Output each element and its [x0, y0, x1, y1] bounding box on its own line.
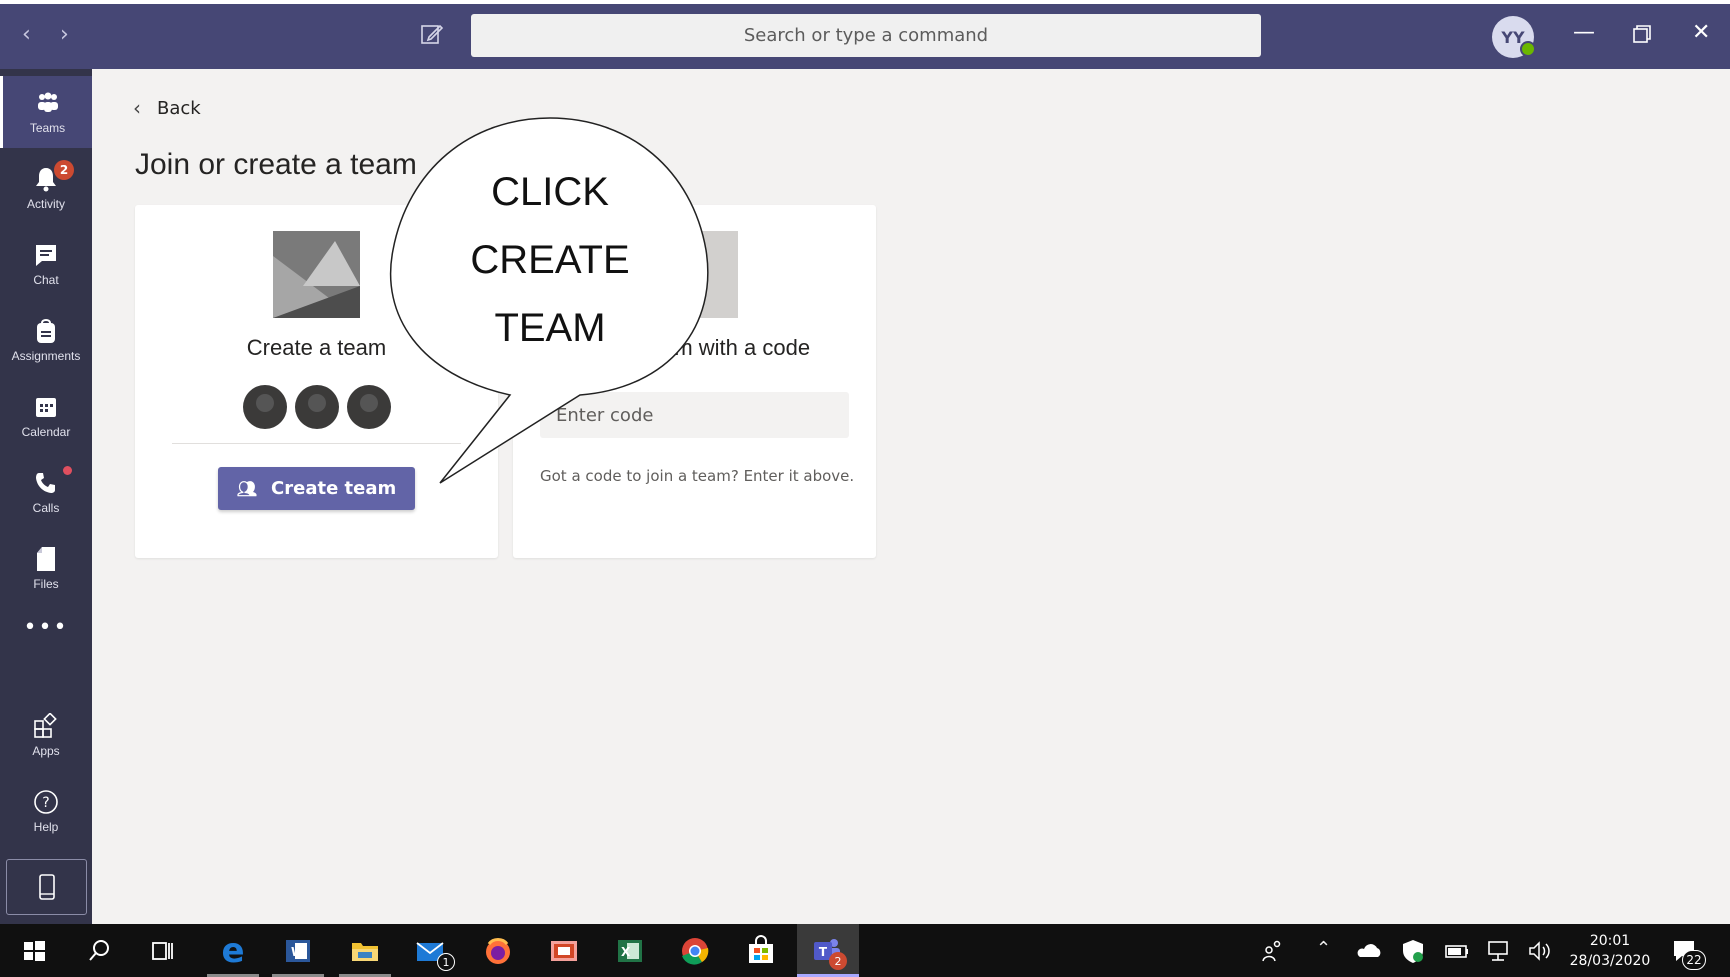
mail-badge: 1 [437, 953, 455, 971]
more-icon: ••• [23, 614, 69, 640]
rail-label: Activity [26, 197, 65, 211]
edge-browser-icon[interactable]: e [216, 931, 250, 971]
apps-icon [32, 712, 60, 740]
file-explorer-icon[interactable] [348, 934, 382, 968]
team-image-placeholder-icon [273, 231, 360, 318]
help-icon: ? [32, 788, 60, 816]
more-apps-button[interactable]: ••• [0, 602, 92, 652]
rail-label: Help [33, 820, 59, 834]
clock-date: 28/03/2020 [1569, 953, 1651, 969]
callout-line: TEAM [494, 306, 606, 350]
back-link[interactable]: ‹ Back [133, 96, 201, 120]
top-strip [0, 0, 1730, 4]
rail-label: Calls [32, 501, 60, 515]
firefox-icon[interactable] [481, 934, 515, 968]
rail-label: Calendar [21, 425, 71, 439]
rail-item-chat[interactable]: Chat [0, 228, 92, 300]
calendar-icon [32, 393, 60, 421]
teams-badge: 2 [829, 952, 847, 970]
rail-label: Apps [32, 744, 60, 758]
search-icon[interactable] [82, 934, 116, 968]
people-icon[interactable] [1255, 934, 1289, 968]
backpack-icon [32, 317, 60, 345]
calls-notification-dot [63, 466, 72, 475]
rail-label: Assignments [11, 349, 81, 363]
back-arrow-icon[interactable]: ‹ [22, 24, 31, 46]
show-hidden-icons-chevron-icon[interactable]: ⌃ [1316, 938, 1331, 959]
onedrive-cloud-icon[interactable] [1352, 934, 1386, 968]
search-input[interactable]: Search or type a command [471, 14, 1261, 57]
rail-label: Chat [33, 273, 59, 287]
page-title: Join or create a team [135, 148, 417, 181]
svg-text:?: ? [42, 795, 49, 811]
volume-icon[interactable] [1523, 934, 1557, 968]
forward-arrow-icon[interactable]: › [60, 24, 69, 46]
callout-line: CLICK [491, 170, 609, 214]
windows-taskbar: e W 1 X T 2 ⌃ 20:01 28/03/2020 22 [0, 924, 1730, 977]
minimize-icon[interactable]: — [1573, 22, 1595, 44]
word-icon[interactable]: W [281, 934, 315, 968]
rail-item-calendar[interactable]: Calendar [0, 380, 92, 452]
add-people-icon: 👥︎ [236, 479, 258, 498]
excel-icon[interactable]: X [613, 934, 647, 968]
task-view-icon[interactable] [145, 934, 179, 968]
svg-text:W: W [291, 945, 304, 959]
rail-item-calls[interactable]: Calls [0, 456, 92, 528]
notification-count-badge: 22 [1682, 950, 1706, 970]
mobile-phone-icon [38, 874, 55, 900]
file-icon [32, 545, 60, 573]
security-shield-icon[interactable] [1396, 934, 1430, 968]
phone-icon [32, 469, 60, 497]
chat-icon [32, 241, 60, 269]
activity-badge: 2 [54, 160, 74, 180]
svg-text:T: T [819, 945, 828, 959]
rail-item-teams[interactable]: Teams [0, 76, 92, 148]
rail-label: Files [33, 577, 59, 591]
download-mobile-app-button[interactable] [6, 859, 87, 915]
create-team-button-label: Create team [271, 478, 397, 499]
rail-item-activity[interactable]: Activity 2 [0, 152, 92, 224]
close-icon[interactable]: ✕ [1692, 22, 1710, 44]
rail-label: Teams [29, 121, 66, 135]
presence-available-icon [1520, 41, 1536, 57]
store-icon[interactable] [744, 934, 778, 968]
app-rail: Teams Activity 2 Chat Assignments Calend… [0, 69, 92, 924]
rail-item-help[interactable]: ? Help [0, 775, 92, 847]
system-clock[interactable]: 20:01 28/03/2020 [1565, 931, 1655, 971]
chrome-icon[interactable] [678, 934, 712, 968]
person-avatar-icon [242, 385, 287, 429]
back-label: Back [157, 97, 201, 119]
restore-icon[interactable] [1632, 24, 1652, 44]
rail-item-files[interactable]: Files [0, 532, 92, 604]
presentation-app-icon[interactable] [547, 934, 581, 968]
rail-item-apps[interactable]: Apps [0, 699, 92, 771]
person-avatar-icon [294, 385, 339, 429]
network-icon[interactable] [1481, 934, 1515, 968]
clock-time: 20:01 [1589, 933, 1631, 949]
svg-text:X: X [621, 945, 631, 959]
teams-icon [34, 89, 62, 117]
title-bar: ‹ › Search or type a command YY — ✕ [0, 0, 1730, 69]
battery-icon[interactable] [1439, 934, 1473, 968]
windows-start-icon[interactable] [17, 934, 51, 968]
compose-icon[interactable] [420, 22, 444, 46]
callout-line: CREATE [470, 238, 630, 282]
rail-item-assignments[interactable]: Assignments [0, 304, 92, 376]
chevron-left-icon: ‹ [133, 96, 141, 120]
